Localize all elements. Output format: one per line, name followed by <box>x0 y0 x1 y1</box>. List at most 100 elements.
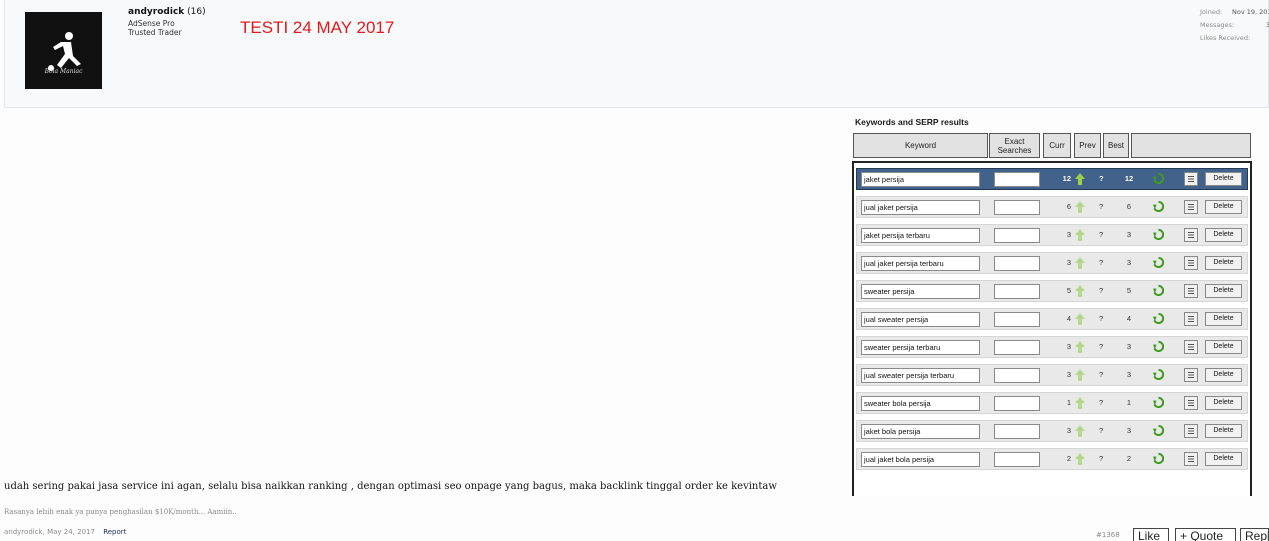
like-button[interactable]: Like <box>1133 528 1169 541</box>
keyword-input[interactable]: jaket bola persija <box>861 424 980 439</box>
current-rank: 12 <box>1062 174 1071 183</box>
keyword-row[interactable]: jual sweater persija 4? 4 Delete <box>856 308 1248 330</box>
notes-icon[interactable] <box>1184 228 1198 242</box>
notes-icon[interactable] <box>1184 256 1198 270</box>
col-actions-header <box>1131 133 1251 158</box>
refresh-icon[interactable] <box>1153 452 1165 466</box>
quote-button[interactable]: + Quote <box>1175 528 1236 541</box>
post-author[interactable]: andyrodick, <box>4 528 45 536</box>
keyword-row[interactable]: jual jaket persija 6? 6 Delete <box>856 196 1248 218</box>
best-rank: 2 <box>1126 454 1132 463</box>
best-rank: 1 <box>1126 398 1132 407</box>
exact-searches-input[interactable] <box>994 256 1040 271</box>
rank-up-arrow-icon <box>1075 285 1085 299</box>
refresh-icon[interactable] <box>1153 284 1165 298</box>
delete-button[interactable]: Delete <box>1205 424 1242 438</box>
notes-icon[interactable] <box>1184 396 1198 410</box>
username[interactable]: andyrodick (16) <box>128 7 206 17</box>
current-rank: 5 <box>1066 286 1071 295</box>
keyword-input[interactable]: jual jaket persija <box>861 200 980 215</box>
exact-searches-input[interactable] <box>994 452 1040 467</box>
rank-up-arrow-icon <box>1075 257 1085 271</box>
previous-rank: ? <box>1099 286 1104 295</box>
keyword-input[interactable]: sweater persija <box>861 284 980 299</box>
keyword-row[interactable]: jaket bola persija 3? 3 Delete <box>856 420 1248 442</box>
notes-icon[interactable] <box>1184 284 1198 298</box>
keyword-row[interactable]: jual jaket bola persija 2? 2 Delete <box>856 448 1248 470</box>
best-rank: 12 <box>1124 174 1134 183</box>
exact-searches-input[interactable] <box>994 284 1040 299</box>
delete-button[interactable]: Delete <box>1205 284 1242 298</box>
refresh-icon[interactable] <box>1153 172 1165 186</box>
delete-button[interactable]: Delete <box>1205 368 1242 382</box>
refresh-icon[interactable] <box>1153 312 1165 326</box>
stat-messages: Messages: 33 <box>1200 21 1269 29</box>
notes-icon[interactable] <box>1184 424 1198 438</box>
exact-searches-input[interactable] <box>994 200 1040 215</box>
delete-button[interactable]: Delete <box>1205 452 1242 466</box>
delete-button[interactable]: Delete <box>1205 312 1242 326</box>
notes-icon[interactable] <box>1184 172 1198 186</box>
keyword-row[interactable]: jual jaket persija terbaru 3? 3 Delete <box>856 252 1248 274</box>
keyword-input[interactable]: sweater persija terbaru <box>861 340 980 355</box>
avatar[interactable]: Bola Maniac <box>25 12 102 89</box>
notes-icon[interactable] <box>1184 200 1198 214</box>
exact-searches-input[interactable] <box>994 368 1040 383</box>
keyword-row[interactable]: jual sweater persija terbaru 3? 3 Delete <box>856 364 1248 386</box>
current-rank: 2 <box>1066 454 1071 463</box>
keyword-row[interactable]: jaket persija 12? 12 Delete <box>856 168 1248 190</box>
current-rank: 3 <box>1066 370 1071 379</box>
delete-button[interactable]: Delete <box>1205 200 1242 214</box>
current-rank: 1 <box>1066 398 1071 407</box>
exact-searches-input[interactable] <box>994 340 1040 355</box>
exact-searches-input[interactable] <box>994 228 1040 243</box>
notes-icon[interactable] <box>1184 368 1198 382</box>
delete-button[interactable]: Delete <box>1205 340 1242 354</box>
report-link[interactable]: Report <box>103 528 126 536</box>
keyword-row[interactable]: sweater persija 5? 5 Delete <box>856 280 1248 302</box>
col-prev-header: Prev <box>1074 133 1101 158</box>
previous-rank: ? <box>1099 342 1104 351</box>
keyword-input[interactable]: jual sweater persija <box>861 312 980 327</box>
reply-button[interactable]: Reply <box>1240 528 1269 541</box>
keyword-row[interactable]: sweater bola persija 1? 1 Delete <box>856 392 1248 414</box>
post-number[interactable]: #1368 <box>1096 531 1120 539</box>
refresh-icon[interactable] <box>1153 200 1165 214</box>
keyword-row[interactable]: sweater persija terbaru 3? 3 Delete <box>856 336 1248 358</box>
notes-icon[interactable] <box>1184 452 1198 466</box>
refresh-icon[interactable] <box>1153 228 1165 242</box>
refresh-icon[interactable] <box>1153 368 1165 382</box>
refresh-icon[interactable] <box>1153 396 1165 410</box>
refresh-icon[interactable] <box>1153 340 1165 354</box>
post-date[interactable]: May 24, 2017 <box>47 528 95 536</box>
refresh-icon[interactable] <box>1153 424 1165 438</box>
delete-button[interactable]: Delete <box>1205 256 1242 270</box>
exact-searches-input[interactable] <box>994 396 1040 411</box>
delete-button[interactable]: Delete <box>1205 396 1242 410</box>
exact-searches-input[interactable] <box>994 312 1040 327</box>
keyword-input[interactable]: jual jaket persija terbaru <box>861 256 980 271</box>
current-rank: 6 <box>1066 202 1071 211</box>
current-rank: 3 <box>1066 258 1071 267</box>
username-link[interactable]: andyrodick <box>128 7 184 17</box>
user-title-2: Trusted Trader <box>128 28 182 37</box>
exact-searches-input[interactable] <box>994 172 1040 187</box>
notes-icon[interactable] <box>1184 312 1198 326</box>
refresh-icon[interactable] <box>1153 256 1165 270</box>
keyword-row[interactable]: jaket persija terbaru 3? 3 Delete <box>856 224 1248 246</box>
signature: Rasanya lebih enak ya punya penghasilan … <box>4 508 237 516</box>
col-curr-header: Curr <box>1043 133 1071 158</box>
rank-up-arrow-icon <box>1075 453 1085 467</box>
notes-icon[interactable] <box>1184 340 1198 354</box>
keyword-input[interactable]: jaket persija terbaru <box>861 228 980 243</box>
keyword-input[interactable]: jual jaket bola persija <box>861 452 980 467</box>
keyword-input[interactable]: sweater bola persija <box>861 396 980 411</box>
delete-button[interactable]: Delete <box>1205 172 1242 186</box>
exact-searches-input[interactable] <box>994 424 1040 439</box>
post-user-header: Bola Maniac andyrodick (16) AdSense Pro … <box>4 0 1269 108</box>
keyword-input[interactable]: jaket persija <box>861 172 980 187</box>
delete-button[interactable]: Delete <box>1205 228 1242 242</box>
rank-up-arrow-icon <box>1075 341 1085 355</box>
best-rank: 5 <box>1126 286 1132 295</box>
keyword-input[interactable]: jual sweater persija terbaru <box>861 368 980 383</box>
